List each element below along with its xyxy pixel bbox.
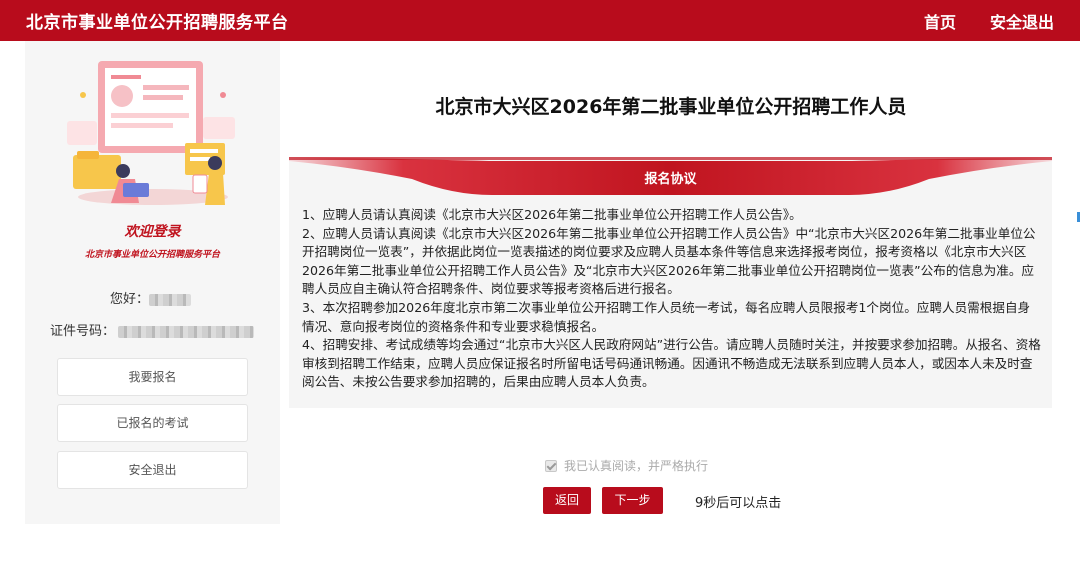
user-name-redacted [149,293,191,306]
top-nav: 首页 安全退出 [890,9,1054,33]
id-number-row: 证件号码： [25,320,280,339]
sidebar-logout-button[interactable]: 安全退出 [57,451,248,489]
site-title: 北京市事业单位公开招聘服务平台 [26,13,289,33]
agreement-clause: 2、应聘人员请认真阅读《北京市大兴区2026年第二批事业单位公开招聘工作人员公告… [302,225,1036,297]
confirm-label: 我已认真阅读，并严格执行 [564,459,709,473]
nav-logout-link[interactable]: 安全退出 [990,9,1054,33]
agreement-heading: 报名协议 [644,172,697,187]
page-title: 北京市大兴区2026年第二批事业单位公开招聘工作人员 [435,96,907,118]
registered-exams-button[interactable]: 已报名的考试 [57,404,248,442]
next-button[interactable]: 下一步 [602,487,663,514]
recruitment-illustration [67,61,235,205]
id-number-label: 证件号码： [49,324,115,339]
welcome-subtitle: 北京市事业单位公开招聘服务平台 [84,250,220,260]
checkbox-icon[interactable] [545,459,557,472]
back-button[interactable]: 返回 [543,487,591,514]
welcome-heading: 欢迎登录 [124,224,181,240]
confirm-agreement[interactable]: 我已认真阅读，并严格执行 [545,457,708,474]
apply-button[interactable]: 我要报名 [57,358,248,396]
agreement-clause: 1、应聘人员请认真阅读《北京市大兴区2026年第二批事业单位公开招聘工作人员公告… [302,207,802,222]
greeting-row: 您好： [25,288,280,307]
agreement-clause: 3、本次招聘参加2026年度北京市第二次事业单位公开招聘工作人员统一考试，每名应… [302,299,1031,334]
nav-home-link[interactable]: 首页 [924,9,956,33]
agreement-text: 1、应聘人员请认真阅读《北京市大兴区2026年第二批事业单位公开招聘工作人员公告… [302,206,1042,392]
sidebar: 欢迎登录 北京市事业单位公开招聘服务平台 您好： 证件号码： 我要报名 已报名的… [25,41,280,524]
agreement-clause: 4、招聘安排、考试成绩等均会通过“北京市大兴区人民政府网站”进行公告。请应聘人员… [302,337,1041,390]
greeting-label: 您好： [109,292,149,307]
top-bar: 北京市事业单位公开招聘服务平台 首页 安全退出 [0,0,1080,41]
countdown-text: 9秒后可以点击 [695,496,782,511]
agreement-panel: 报名协议 1、应聘人员请认真阅读《北京市大兴区2026年第二批事业单位公开招聘工… [289,157,1052,408]
id-number-redacted [118,325,254,338]
